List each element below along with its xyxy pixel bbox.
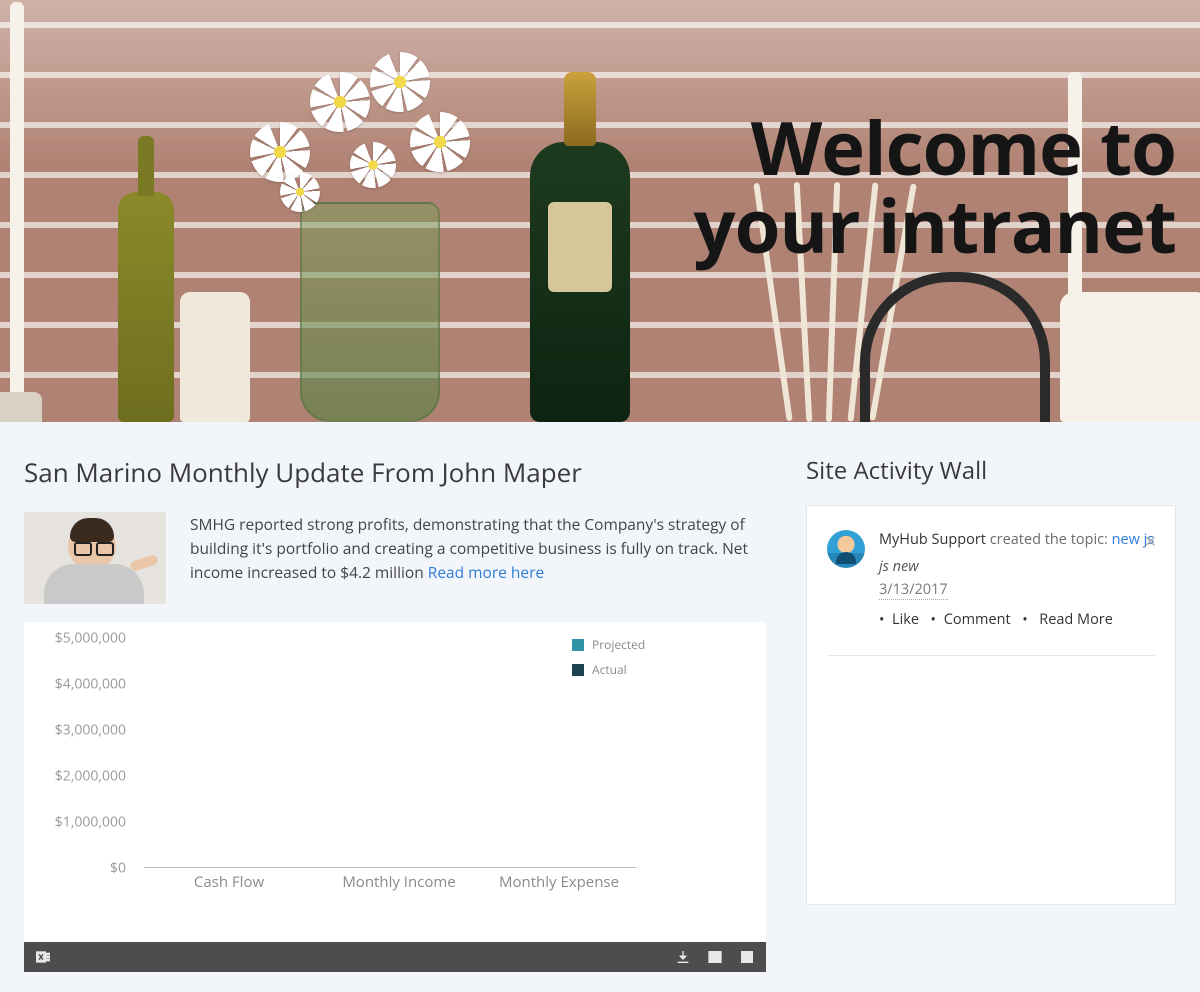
chart-plot-area: $0 $1,000,000 $2,000,000 $3,000,000 $4,000,0… [34, 632, 636, 902]
x-tick-label: Monthly Income [324, 872, 474, 892]
decor-flowers [240, 42, 500, 242]
y-tick-label: $2,000,000 [55, 767, 126, 786]
post-author: MyHub Support [879, 530, 986, 549]
author-photo [24, 512, 166, 604]
fullscreen-icon[interactable] [736, 946, 758, 968]
y-tick-label: $1,000,000 [55, 813, 126, 832]
decor-bottle [118, 192, 174, 422]
post-excerpt: js new [879, 557, 1155, 576]
activity-wall: ✕ MyHub Support created the topic: new j… [806, 505, 1176, 905]
y-tick-label: $5,000,000 [55, 629, 126, 648]
chart-y-axis: $0$1,000,000$2,000,000$3,000,000$4,000,0… [34, 638, 134, 868]
avatar [827, 530, 865, 568]
like-button[interactable]: Like [892, 610, 919, 629]
article-title: San Marino Monthly Update From John Mape… [24, 454, 766, 490]
hero-title-line2: your intranet [694, 186, 1177, 264]
article-body: SMHG reported strong profits, demonstrat… [190, 512, 766, 584]
post-actions: • Like • Comment • Read More [879, 610, 1155, 629]
decor-candle [10, 2, 24, 422]
read-more-link[interactable]: Read more here [428, 561, 544, 583]
activity-post: ✕ MyHub Support created the topic: new j… [827, 530, 1155, 651]
comment-button[interactable]: Comment [944, 610, 1011, 629]
chart-bars [144, 638, 636, 868]
download-icon[interactable] [672, 946, 694, 968]
decor-champagne [530, 142, 630, 422]
decor-chair [860, 272, 1050, 422]
excel-icon[interactable] [32, 946, 54, 968]
y-tick-label: $3,000,000 [55, 721, 126, 740]
table-view-icon[interactable] [704, 946, 726, 968]
hero-banner: Welcome to your intranet [0, 0, 1200, 422]
post-action-text: created the topic: [986, 530, 1112, 549]
divider [827, 655, 1155, 656]
post-date: 3/13/2017 [879, 580, 948, 600]
sidebar-title: Site Activity Wall [806, 454, 1176, 487]
close-icon[interactable]: ✕ [1144, 530, 1157, 552]
x-tick-label: Cash Flow [154, 872, 304, 892]
y-tick-label: $4,000,000 [55, 675, 126, 694]
read-more-button[interactable]: Read More [1039, 610, 1113, 629]
decor-cake [1060, 292, 1200, 422]
hero-title: Welcome to your intranet [694, 108, 1177, 263]
chart-x-axis: Cash Flow Monthly Income Monthly Expense [144, 872, 636, 896]
decor-pillar-candle [180, 292, 250, 422]
y-tick-label: $0 [110, 859, 126, 878]
financial-chart: Projected Actual $0$1,000,000$2,000,000$… [24, 622, 766, 942]
chart-toolbar [24, 942, 766, 972]
x-tick-label: Monthly Expense [484, 872, 634, 892]
